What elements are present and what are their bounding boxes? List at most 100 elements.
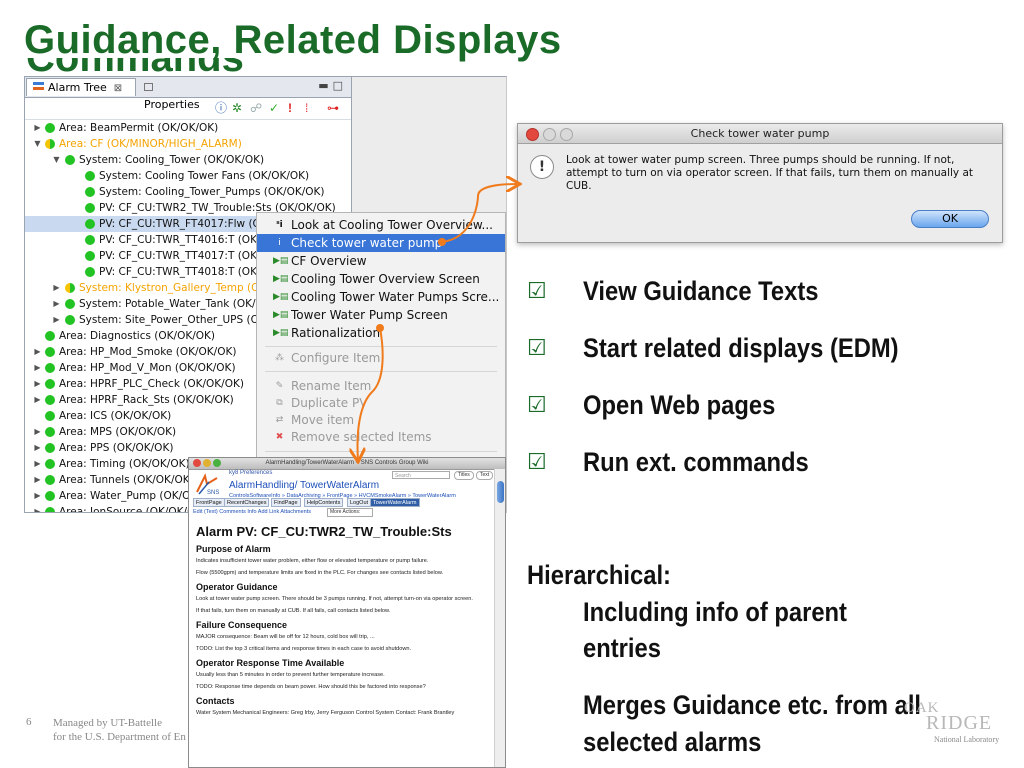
menu-item-tower-water-pump-screen[interactable]: ▶▤ Tower Water Pump Screen xyxy=(257,306,505,324)
wiki-paragraph: Usually less than 5 minutes in order to … xyxy=(196,672,385,678)
menu-item-cooling-tower-overview[interactable]: ˢi Look at Cooling Tower Overview... xyxy=(257,216,505,234)
menu-item-cooling-tower-overview-screen[interactable]: ▶▤ Cooling Tower Overview Screen xyxy=(257,270,505,288)
status-dot-icon xyxy=(45,491,55,501)
expand-arrow-icon[interactable]: ▶ xyxy=(52,296,61,312)
expand-arrow-icon[interactable]: ▶ xyxy=(33,504,42,512)
wiki-tab-frontpage[interactable]: FrontPage xyxy=(193,498,225,507)
menu-separator xyxy=(265,451,497,452)
collapse-icon[interactable]: ⊶ xyxy=(327,102,339,115)
tab-alarm-tree[interactable]: Alarm Tree ⊠ xyxy=(26,78,136,96)
wiki-tab-recentchanges[interactable]: RecentChanges xyxy=(224,498,270,507)
wiki-tab-helpcontents[interactable]: HelpContents xyxy=(304,498,344,507)
wiki-heading-purpose: Purpose of Alarm xyxy=(196,544,271,554)
wiki-tab-findpage[interactable]: FindPage xyxy=(271,498,301,507)
maximize-icon[interactable]: □ xyxy=(333,79,347,92)
status-dot-icon xyxy=(45,459,55,469)
tree-row[interactable]: ▼ System: Cooling_Tower (OK/OK/OK) xyxy=(25,152,351,168)
tab-properties[interactable]: Properties xyxy=(138,78,218,111)
expand-arrow-icon[interactable]: ▶ xyxy=(33,488,42,504)
expand-arrow-icon[interactable]: ▶ xyxy=(33,392,42,408)
info-icon[interactable]: ⓘ xyxy=(215,102,227,115)
display-icon: ▶▤ xyxy=(273,274,289,284)
tree-row-label: System: Site_Power_Other_UPS (OK/ xyxy=(79,314,270,326)
wiki-more-actions-select[interactable]: More Actions: xyxy=(327,508,374,517)
alarm-only-icon[interactable]: ! xyxy=(288,102,292,115)
tree-toolbar: ⓘ ✲ ☍ ✓ ! ⁞ ⊶ xyxy=(25,98,351,120)
expand-arrow-icon[interactable]: ▶ xyxy=(33,376,42,392)
expand-arrow-icon[interactable]: ▶ xyxy=(33,344,42,360)
menu-item-remove-selected-items[interactable]: ✖ Remove selected Items xyxy=(257,428,505,446)
expand-arrow-icon[interactable]: ▶ xyxy=(33,360,42,376)
expand-arrow-icon[interactable]: ▶ xyxy=(33,472,42,488)
expand-arrow-icon[interactable]: ▶ xyxy=(52,280,61,296)
menu-item-cf-overview[interactable]: ▶▤ CF Overview xyxy=(257,252,505,270)
menu-item-move-item[interactable]: ⇄ Move item xyxy=(257,411,505,429)
menu-item-rename-item[interactable]: ✎ Rename Item xyxy=(257,377,505,395)
menu-item-duplicate-pv[interactable]: ⧉ Duplicate PV xyxy=(257,394,505,412)
dialog-title: Check tower water pump xyxy=(690,127,830,140)
wiki-paragraph: Water System Mechanical Engineers: Greg … xyxy=(196,710,455,716)
acknowledge-icon[interactable]: ✲ xyxy=(232,102,242,115)
dialog-message: Look at tower water pump screen. Three p… xyxy=(566,154,974,192)
wiki-tab-towerwateralarm[interactable]: TowerWaterAlarm xyxy=(370,498,420,507)
wiki-actions[interactable]: Edit (Text) Comments Info Add Link Attac… xyxy=(193,509,311,515)
expand-arrow-icon[interactable]: ▶ xyxy=(33,456,42,472)
menu-item-label: Duplicate PV xyxy=(291,396,368,410)
wiki-heading-alarm-pv: Alarm PV: CF_CU:TWR2_TW_Trouble:Sts xyxy=(196,524,452,539)
unacknowledge-icon[interactable]: ☍ xyxy=(250,102,262,115)
wiki-heading-response-time: Operator Response Time Available xyxy=(196,658,345,668)
tree-row-label: PV: CF_CU:TWR_FT4017:Flw (OK xyxy=(99,218,268,230)
menu-item-check-tower-water-pump[interactable]: i Check tower water pump xyxy=(257,234,505,252)
guidance-dialog: Check tower water pump ! Look at tower w… xyxy=(517,123,1003,243)
tree-row-label: Area: HPRF_PLC_Check (OK/OK/OK) xyxy=(59,378,244,390)
status-dot-icon xyxy=(85,251,95,261)
wiki-preferences-link[interactable]: ky8 Preferences xyxy=(229,470,272,476)
checked-box-icon: ☑ xyxy=(527,336,547,361)
status-dot-icon xyxy=(85,235,95,245)
display-icon: ▶▤ xyxy=(273,256,289,266)
wiki-scrollbar[interactable] xyxy=(494,469,505,767)
tree-row-label: Area: MPS (OK/OK/OK) xyxy=(59,426,177,438)
wiki-titles-button[interactable]: Titles xyxy=(454,471,474,480)
logo-ridge-text: RIDGE xyxy=(926,712,993,734)
status-dot-icon xyxy=(45,139,55,149)
footer-line: Managed by UT-Battelle xyxy=(53,717,162,729)
status-dot-icon xyxy=(45,395,55,405)
menu-item-cooling-tower-water-pumps-screen[interactable]: ▶▤ Cooling Tower Water Pumps Scre... xyxy=(257,288,505,306)
expand-arrow-icon[interactable]: ▶ xyxy=(33,424,42,440)
status-dot-icon xyxy=(85,267,95,277)
wiki-scroll-thumb[interactable] xyxy=(497,481,504,503)
wiki-tab-logout[interactable]: LogOut xyxy=(347,498,372,507)
wiki-text-button[interactable]: Text xyxy=(476,471,494,480)
menu-item-rationalization[interactable]: ▶▤ Rationalization xyxy=(257,324,505,342)
collapse-arrow-icon[interactable]: ▼ xyxy=(33,136,42,152)
tree-row[interactable]: System: Cooling_Tower_Pumps (OK/OK/OK) xyxy=(25,184,351,200)
tree-row[interactable]: System: Cooling Tower Fans (OK/OK/OK) xyxy=(25,168,351,184)
filter-icon[interactable]: ⁞ xyxy=(305,102,308,115)
wiki-paragraph: MAJOR consequence: Beam will be off for … xyxy=(196,634,375,640)
tree-row-label: PV: CF_CU:TWR_TT4017:T (OK/ xyxy=(99,250,261,262)
logo-national-lab-text: National Laboratory xyxy=(934,735,1000,744)
tree-row[interactable]: ▼ Area: CF (OK/MINOR/HIGH_ALARM) xyxy=(25,136,351,152)
tree-row[interactable]: ▶ Area: BeamPermit (OK/OK/OK) xyxy=(25,120,351,136)
close-icon[interactable]: ⊠ xyxy=(114,83,122,94)
tree-row-label: System: Cooling_Tower (OK/OK/OK) xyxy=(79,154,265,166)
ok-button[interactable]: OK xyxy=(911,210,989,228)
footer-line: for the U.S. Department of Energy xyxy=(53,731,186,743)
status-dot-icon xyxy=(85,219,95,229)
expand-arrow-icon[interactable]: ▶ xyxy=(33,440,42,456)
tree-row-label: PV: CF_CU:TWR_TT4016:T (OK/ xyxy=(99,234,261,246)
dialog-titlebar: Check tower water pump xyxy=(518,124,1002,144)
expand-arrow-icon[interactable]: ▶ xyxy=(52,312,61,328)
tab-bar: Alarm Tree ⊠ Properties ▬□ xyxy=(25,77,351,111)
wiki-search-input[interactable]: Search xyxy=(392,471,450,479)
collapse-arrow-icon[interactable]: ▼ xyxy=(52,152,61,168)
expand-arrow-icon[interactable]: ▶ xyxy=(33,120,42,136)
menu-item-configure-item[interactable]: ⁂ Configure Item xyxy=(257,349,505,367)
window-controls[interactable]: ▬□ xyxy=(318,79,347,92)
minimize-icon[interactable]: ▬ xyxy=(318,79,332,92)
menu-item-label: Look at Cooling Tower Overview... xyxy=(291,218,493,232)
tree-row-label: System: Klystron_Gallery_Temp (OK/ xyxy=(79,282,270,294)
check-icon[interactable]: ✓ xyxy=(269,102,279,115)
wiki-heading-contacts: Contacts xyxy=(196,696,235,706)
